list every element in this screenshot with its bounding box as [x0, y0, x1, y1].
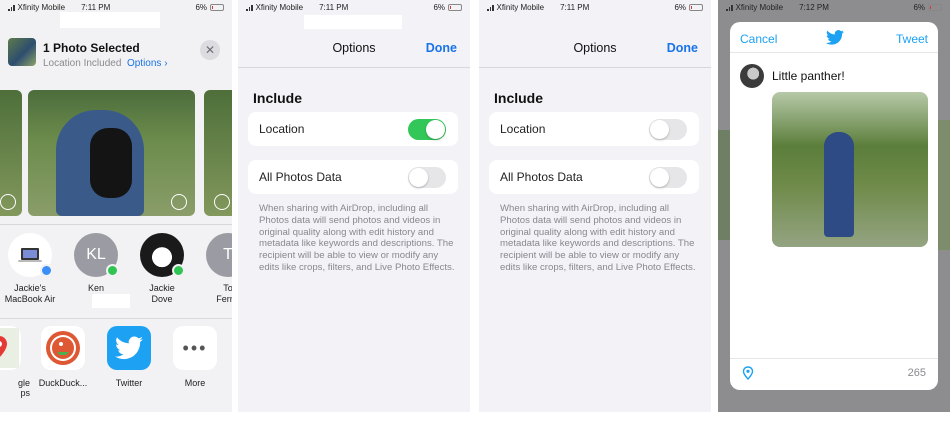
- laptop-icon: [18, 248, 42, 262]
- redaction-block: [304, 15, 402, 29]
- status-bar: Xfinity Mobile 7:11 PM 6%: [479, 0, 711, 14]
- photo-cat: [90, 128, 132, 198]
- share-apps-row: gle ps DuckDuck... Twitter ••• More: [0, 326, 232, 398]
- location-pin-icon[interactable]: [742, 366, 754, 385]
- signal-icon: [487, 4, 494, 11]
- background-photo-edge: [718, 130, 730, 240]
- select-circle-icon[interactable]: [171, 194, 187, 210]
- messages-badge-icon: [172, 264, 185, 277]
- twitter-icon[interactable]: [107, 326, 151, 370]
- done-button[interactable]: Done: [667, 41, 698, 55]
- options-nav-bar: Options Done: [238, 28, 470, 68]
- app-maps[interactable]: gle ps: [0, 326, 30, 398]
- photo-strip[interactable]: [0, 90, 232, 216]
- redaction-block: [60, 12, 160, 28]
- share-header: 1 Photo Selected Location Included Optio…: [0, 32, 232, 74]
- cancel-button[interactable]: Cancel: [740, 32, 777, 46]
- airdrop-badge-icon: [40, 264, 53, 277]
- macbook-avatar[interactable]: [8, 233, 53, 277]
- app-more[interactable]: ••• More: [164, 326, 226, 388]
- messages-badge-icon: [106, 264, 119, 277]
- all-photos-data-row: All Photos Data: [248, 160, 458, 194]
- avatar: [740, 64, 764, 88]
- divider: [730, 358, 938, 359]
- airdrop-description: When sharing with AirDrop, including all…: [500, 203, 696, 273]
- location-toggle[interactable]: [649, 119, 687, 140]
- twitter-bird-icon: [826, 30, 844, 50]
- battery-icon: [448, 3, 462, 11]
- duckduckgo-icon[interactable]: [41, 326, 85, 370]
- selected-photo-thumbnail: [8, 38, 36, 66]
- select-circle-icon[interactable]: [0, 194, 16, 210]
- location-row: Location: [248, 112, 458, 146]
- jackie-dove-avatar[interactable]: [140, 233, 185, 277]
- signal-icon: [726, 4, 733, 11]
- contact-ken[interactable]: KL Ken: [64, 233, 128, 294]
- redaction-block: [92, 294, 130, 308]
- character-count: 265: [907, 367, 926, 379]
- battery-icon: [928, 3, 942, 11]
- tweet-text-input[interactable]: Little panther!: [772, 69, 845, 83]
- close-button[interactable]: ✕: [200, 40, 220, 60]
- app-duckduckgo[interactable]: DuckDuck...: [32, 326, 94, 388]
- share-subtitle: Location Included Options ›: [43, 58, 168, 69]
- all-photos-data-row: All Photos Data: [489, 160, 699, 194]
- share-title: 1 Photo Selected: [43, 41, 140, 55]
- tweet-button[interactable]: Tweet: [896, 32, 928, 46]
- location-toggle[interactable]: [408, 119, 446, 140]
- tweet-compose-card: Cancel Tweet Little panther! 265: [730, 22, 938, 390]
- tf-avatar[interactable]: T: [206, 233, 232, 277]
- all-photos-data-toggle[interactable]: [649, 167, 687, 188]
- all-photos-data-toggle[interactable]: [408, 167, 446, 188]
- tweet-composer-panel: Xfinity Mobile 7:12 PM 6% Cancel Tweet L…: [718, 0, 950, 412]
- divider: [730, 52, 938, 53]
- contact-macbook[interactable]: Jackie's MacBook Air: [0, 233, 62, 305]
- contact-jackie-dove[interactable]: Jackie Dove: [130, 233, 194, 305]
- options-link[interactable]: Options ›: [127, 58, 168, 69]
- options-panel-location-on: Xfinity Mobile 7:11 PM 6% Options Done I…: [238, 0, 470, 412]
- ken-avatar[interactable]: KL: [74, 233, 119, 277]
- background-photo-edge: [938, 120, 950, 250]
- battery-icon: [210, 3, 224, 11]
- battery-icon: [689, 3, 703, 11]
- divider: [0, 318, 232, 319]
- section-title: Include: [494, 90, 544, 106]
- signal-icon: [8, 4, 15, 11]
- airdrop-description: When sharing with AirDrop, including all…: [259, 203, 455, 273]
- status-bar: Xfinity Mobile 7:12 PM 6%: [718, 0, 950, 14]
- photo-thumbnail[interactable]: [204, 90, 232, 216]
- select-circle-icon[interactable]: [214, 194, 230, 210]
- share-sheet-panel: Xfinity Mobile 7:11 PM 6% 1 Photo Select…: [0, 0, 232, 412]
- signal-icon: [246, 4, 253, 11]
- location-row: Location: [489, 112, 699, 146]
- attached-photo[interactable]: [772, 92, 928, 247]
- divider: [0, 224, 232, 225]
- photo-thumbnail[interactable]: [0, 90, 22, 216]
- photo-person: [824, 132, 854, 237]
- app-twitter[interactable]: Twitter: [98, 326, 160, 388]
- more-icon[interactable]: •••: [173, 326, 217, 370]
- maps-icon[interactable]: [0, 326, 21, 370]
- options-panel-location-off: Xfinity Mobile 7:11 PM 6% Options Done I…: [479, 0, 711, 412]
- section-title: Include: [253, 90, 303, 106]
- status-bar: Xfinity Mobile 7:11 PM 6%: [238, 0, 470, 14]
- photo-thumbnail-selected[interactable]: [28, 90, 195, 216]
- options-nav-bar: Options Done: [479, 28, 711, 68]
- contact-tf[interactable]: T To Ferna: [196, 233, 232, 305]
- done-button[interactable]: Done: [426, 41, 457, 55]
